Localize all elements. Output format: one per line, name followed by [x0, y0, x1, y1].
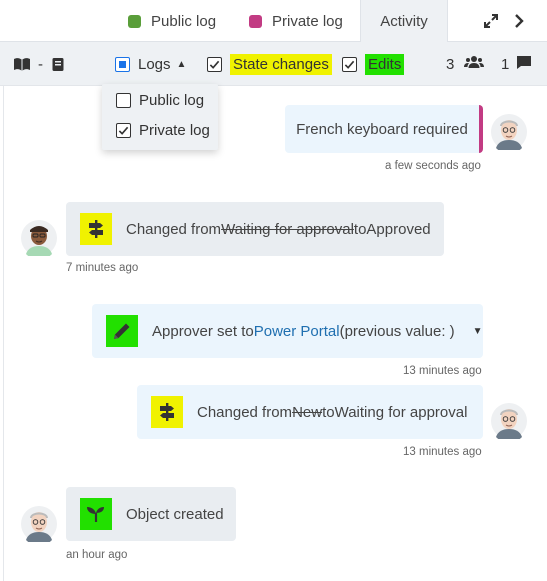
avatar [491, 114, 527, 154]
logs-label: Logs [138, 55, 171, 73]
seedling-icon [80, 498, 112, 530]
logs-checkbox[interactable] [115, 56, 130, 72]
logs-menu-private-log[interactable]: Private log [116, 120, 210, 140]
private-log-color-swatch [249, 14, 262, 28]
edit-suffix: (previous value: ) [339, 322, 455, 340]
comment-icon [516, 55, 532, 74]
comments-count-button[interactable]: 1 [501, 42, 532, 86]
logs-menu-public-log-label: Public log [139, 91, 205, 109]
logs-menu-private-log-label: Private log [139, 121, 210, 139]
logs-filter-toggle[interactable]: Logs ▲ [115, 42, 186, 86]
message-text: French keyboard required [296, 120, 468, 138]
activity-toolbar: - Logs ▲ State changes Edits 3 1 [0, 42, 547, 86]
users-count: 3 [446, 55, 455, 73]
edits-checkbox[interactable] [342, 56, 357, 72]
users-count-button[interactable]: 3 [446, 42, 485, 86]
avatar [491, 403, 527, 443]
entry-timestamp: a few seconds ago [385, 160, 481, 172]
toolbar-separator: - [38, 55, 43, 73]
public-log-color-swatch [128, 14, 141, 28]
public-log-checkbox[interactable] [116, 92, 131, 108]
feed-left-border [3, 86, 4, 581]
comments-count: 1 [501, 55, 510, 73]
entry-timestamp: an hour ago [66, 549, 128, 561]
chevron-right-icon[interactable] [510, 12, 528, 30]
state-change-entry: Changed from Waiting for approval to App… [66, 202, 444, 256]
entry-timestamp: 13 minutes ago [403, 446, 482, 458]
open-book-icon[interactable] [13, 42, 31, 86]
tab-public-log-label: Public log [151, 12, 217, 30]
new-state: Approved [366, 220, 431, 238]
tab-activity[interactable]: Activity [360, 0, 448, 42]
entry-timestamp: 13 minutes ago [403, 365, 482, 377]
edit-entry: Approver set to Power Portal (previous v… [92, 304, 483, 358]
state-changes-label: State changes [230, 53, 332, 75]
old-state: New [292, 403, 323, 421]
logs-dropdown-menu: Public log Private log [102, 84, 218, 150]
old-state: Waiting for approval [221, 220, 354, 238]
creation-entry: Object created [66, 487, 236, 541]
tab-public-log[interactable]: Public log [128, 0, 216, 42]
creation-text: Object created [126, 505, 224, 523]
logs-menu-public-log[interactable]: Public log [116, 90, 204, 110]
state-change-mid: to [353, 220, 367, 238]
edit-prefix: Approver set to [152, 322, 254, 340]
users-icon [464, 55, 485, 73]
tab-private-log[interactable]: Private log [249, 0, 343, 42]
edits-label: Edits [365, 53, 405, 75]
avatar [21, 220, 57, 260]
signpost-icon [151, 396, 183, 428]
approver-link[interactable]: Power Portal [254, 323, 340, 340]
closed-book-icon[interactable] [51, 42, 65, 86]
entry-timestamp: 7 minutes ago [66, 262, 139, 274]
tab-activity-label: Activity [380, 12, 428, 30]
private-log-message: French keyboard required [285, 105, 483, 153]
tab-private-log-label: Private log [272, 12, 343, 30]
pencil-icon [106, 315, 138, 347]
state-change-prefix: Changed from [126, 220, 222, 238]
state-change-mid: to [322, 403, 335, 421]
caret-up-icon: ▲ [176, 58, 187, 70]
state-change-entry: Changed from New to Waiting for approval [137, 385, 483, 439]
avatar [21, 506, 57, 546]
edits-filter[interactable]: Edits [342, 42, 405, 86]
state-changes-filter[interactable]: State changes [207, 42, 332, 86]
caret-down-icon[interactable]: ▼ [473, 326, 483, 337]
tab-bar: Public log Private log Activity [0, 0, 547, 42]
new-state: Waiting for approval [334, 403, 468, 421]
expand-icon[interactable] [482, 12, 500, 30]
signpost-icon [80, 213, 112, 245]
private-log-checkbox[interactable] [116, 122, 131, 138]
state-change-prefix: Changed from [197, 403, 293, 421]
state-changes-checkbox[interactable] [207, 56, 222, 72]
